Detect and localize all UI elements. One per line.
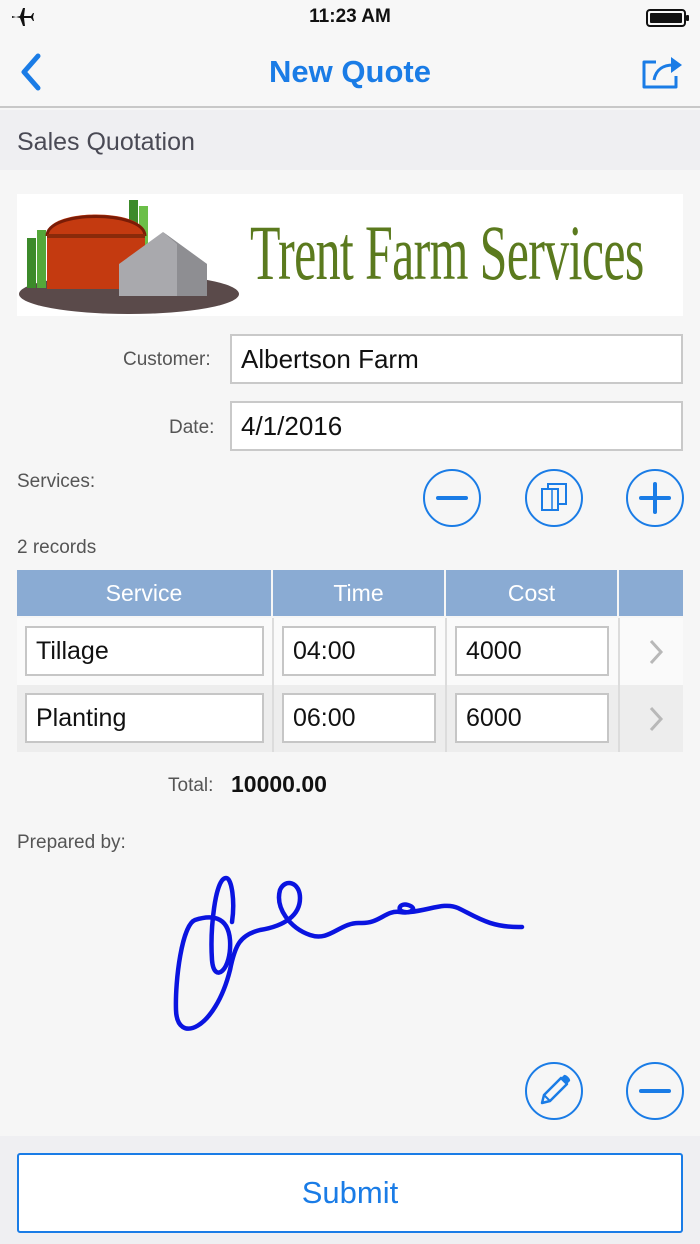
page-title: New Quote <box>269 54 431 89</box>
cell-divider <box>445 618 447 685</box>
add-service-button[interactable] <box>626 469 684 527</box>
service-time-field[interactable]: 04:00 <box>282 626 436 676</box>
barn-illustration <box>19 200 239 314</box>
copy-icon <box>541 483 567 511</box>
column-header-time: Time <box>273 570 446 616</box>
chevron-right-icon[interactable] <box>647 638 665 666</box>
signature-drawing <box>173 875 525 1031</box>
battery-icon <box>646 9 689 27</box>
navigation-bar: New Quote <box>0 34 700 108</box>
cell-divider <box>445 685 447 752</box>
total-label: Total: <box>168 775 214 796</box>
copy-service-button[interactable] <box>525 469 583 527</box>
service-name-field[interactable]: Tillage <box>25 626 264 676</box>
section-header: Sales Quotation <box>0 110 700 170</box>
status-time: 11:23 AM <box>309 6 391 27</box>
minus-icon <box>436 496 468 500</box>
logo-text: Trent Farm Services <box>250 209 644 296</box>
plus-icon <box>639 482 671 514</box>
column-header-service: Service <box>17 570 273 616</box>
service-cost-field[interactable]: 6000 <box>455 693 609 743</box>
customer-label: Customer: <box>123 349 211 370</box>
edit-signature-button[interactable] <box>525 1062 583 1120</box>
company-logo: Trent Farm Services <box>17 194 683 316</box>
date-field[interactable]: 4/1/2016 <box>230 401 683 451</box>
services-label: Services: <box>17 471 96 492</box>
remove-service-button[interactable] <box>423 469 481 527</box>
total-value: 10000.00 <box>231 771 327 797</box>
customer-field[interactable]: Albertson Farm <box>230 334 683 384</box>
date-label: Date: <box>169 417 215 438</box>
service-cost-field[interactable]: 4000 <box>455 626 609 676</box>
minus-icon <box>639 1089 671 1093</box>
section-title: Sales Quotation <box>17 128 195 156</box>
pencil-icon <box>540 1074 571 1105</box>
clear-signature-button[interactable] <box>626 1062 684 1120</box>
cell-divider <box>618 685 620 752</box>
submit-button[interactable]: Submit <box>17 1153 683 1233</box>
service-time-field[interactable]: 06:00 <box>282 693 436 743</box>
status-bar: 11:23 AM <box>0 0 700 34</box>
share-icon[interactable] <box>640 54 684 90</box>
table-header: Service Time Cost <box>17 570 683 616</box>
records-count: 2 records <box>17 537 97 558</box>
prepared-by-label: Prepared by: <box>17 832 126 853</box>
chevron-right-icon[interactable] <box>647 705 665 733</box>
column-header-cost: Cost <box>446 570 619 616</box>
cell-divider <box>272 685 274 752</box>
service-name-field[interactable]: Planting <box>25 693 264 743</box>
cell-divider <box>618 618 620 685</box>
table-row[interactable]: Planting 06:00 6000 <box>17 685 683 752</box>
table-row[interactable]: Tillage 04:00 4000 <box>17 618 683 685</box>
cell-divider <box>272 618 274 685</box>
